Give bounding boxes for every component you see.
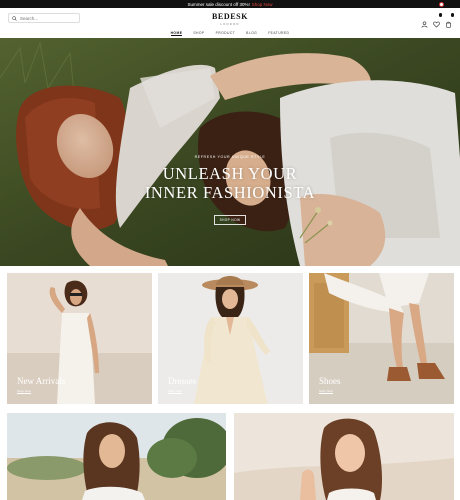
wishlist-badge <box>438 13 442 17</box>
site-logo[interactable]: BEDESK LONDON <box>0 12 460 26</box>
category-link[interactable]: Shop Now <box>168 389 182 394</box>
category-card-shoes[interactable]: Shoes Shop Now <box>309 273 454 404</box>
category-link[interactable]: Shop Now <box>17 389 31 394</box>
category-title: Dresses <box>168 376 196 386</box>
account-button[interactable] <box>421 15 428 28</box>
hero-banner: REFRESH YOUR UNIQUE STYLE UNLEASH YOUR I… <box>0 38 460 266</box>
category-title: Shoes <box>319 376 341 386</box>
announcement-text: Summer sale discount off 30%! <box>187 1 250 7</box>
hero-headline-line2: INNER FASHIONISTA <box>144 183 316 202</box>
promo-banner-right[interactable] <box>234 413 454 500</box>
category-card-dresses[interactable]: Dresses Shop Now <box>158 273 303 404</box>
announcement-link[interactable]: Shop Now <box>252 2 273 7</box>
category-link[interactable]: Shop Now <box>319 389 333 394</box>
category-card-new-arrivals[interactable]: New Arrivals Shop Now <box>7 273 152 404</box>
wishlist-button[interactable] <box>433 13 442 28</box>
promo-banner-left[interactable] <box>7 413 226 500</box>
nav-item-home[interactable]: HOME <box>170 31 183 36</box>
nav-item-blog[interactable]: BLOG <box>246 31 257 36</box>
heart-icon <box>433 21 440 28</box>
user-icon <box>421 21 428 28</box>
announcement-bar: Summer sale discount off 30%! Shop Now <box>0 0 460 8</box>
nav-item-featured[interactable]: FEATURED <box>268 31 289 36</box>
hero-headline-line1: UNLEASH YOUR <box>162 164 298 183</box>
cart-badge <box>450 13 454 17</box>
header-icons <box>421 13 454 28</box>
promo-image-right <box>234 413 454 500</box>
hero-eyebrow: REFRESH YOUR UNIQUE STYLE <box>194 155 266 159</box>
cart-icon <box>446 21 451 28</box>
category-title: New Arrivals <box>17 376 66 386</box>
cart-button[interactable] <box>445 13 454 28</box>
hero-headline: UNLEASH YOUR INNER FASHIONISTA <box>0 164 460 202</box>
promo-image-left <box>7 413 226 500</box>
main-nav: HOME SHOP PRODUCT BLOG FEATURED <box>0 31 460 36</box>
language-flag-icon[interactable] <box>439 1 444 7</box>
site-header: BEDESK LONDON HOME SHOP PRODUCT BLOG FEA… <box>0 8 460 38</box>
nav-item-shop[interactable]: SHOP <box>193 31 204 36</box>
logo-brand: BEDESK <box>211 12 249 21</box>
logo-subtitle: LONDON <box>220 21 240 26</box>
hero-shop-button[interactable]: SHOP NOW <box>214 215 246 225</box>
nav-item-product[interactable]: PRODUCT <box>216 31 236 36</box>
hero-image <box>0 38 460 266</box>
